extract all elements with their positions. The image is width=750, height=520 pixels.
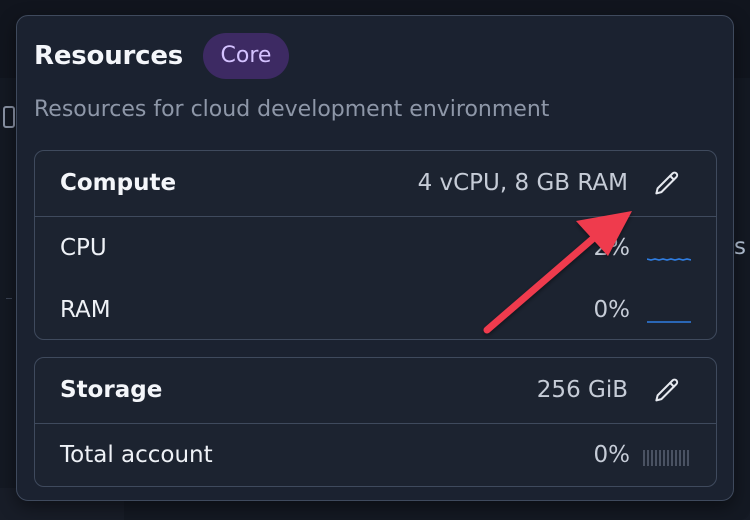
total-account-label: Total account	[60, 442, 213, 468]
pencil-icon	[655, 171, 679, 195]
popover-subtitle: Resources for cloud development environm…	[34, 97, 550, 122]
pencil-icon	[655, 378, 679, 402]
background-divider	[6, 298, 12, 299]
cpu-value: 2%	[593, 235, 631, 261]
compute-card: Compute 4 vCPU, 8 GB RAM CPU 2% RAM 0%	[34, 150, 717, 340]
ram-value: 0%	[593, 297, 631, 323]
cpu-row: CPU 2%	[35, 217, 716, 279]
plan-badge: Core	[203, 33, 289, 79]
cpu-label: CPU	[60, 235, 107, 261]
edit-compute-button[interactable]	[650, 167, 684, 201]
background-edge-text: s	[734, 234, 746, 260]
ram-row: RAM 0%	[35, 279, 716, 341]
ram-label: RAM	[60, 297, 111, 323]
resources-popover: Resources Core Resources for cloud devel…	[16, 15, 734, 501]
storage-usage-meter	[643, 450, 691, 466]
storage-header: Storage 256 GiB	[35, 358, 716, 424]
compute-value: 4 vCPU, 8 GB RAM	[417, 170, 628, 196]
compute-header: Compute 4 vCPU, 8 GB RAM	[35, 151, 716, 217]
cpu-sparkline	[647, 258, 691, 261]
ram-sparkline	[647, 321, 691, 323]
storage-label: Storage	[60, 377, 163, 403]
background-checkbox-icon	[3, 106, 15, 128]
total-account-value: 0%	[593, 442, 631, 468]
storage-value: 256 GiB	[536, 377, 628, 403]
edit-storage-button[interactable]	[650, 374, 684, 408]
total-account-row: Total account 0%	[35, 424, 716, 486]
compute-label: Compute	[60, 170, 177, 196]
storage-card: Storage 256 GiB Total account 0%	[34, 357, 717, 487]
popover-title: Resources	[34, 41, 184, 71]
